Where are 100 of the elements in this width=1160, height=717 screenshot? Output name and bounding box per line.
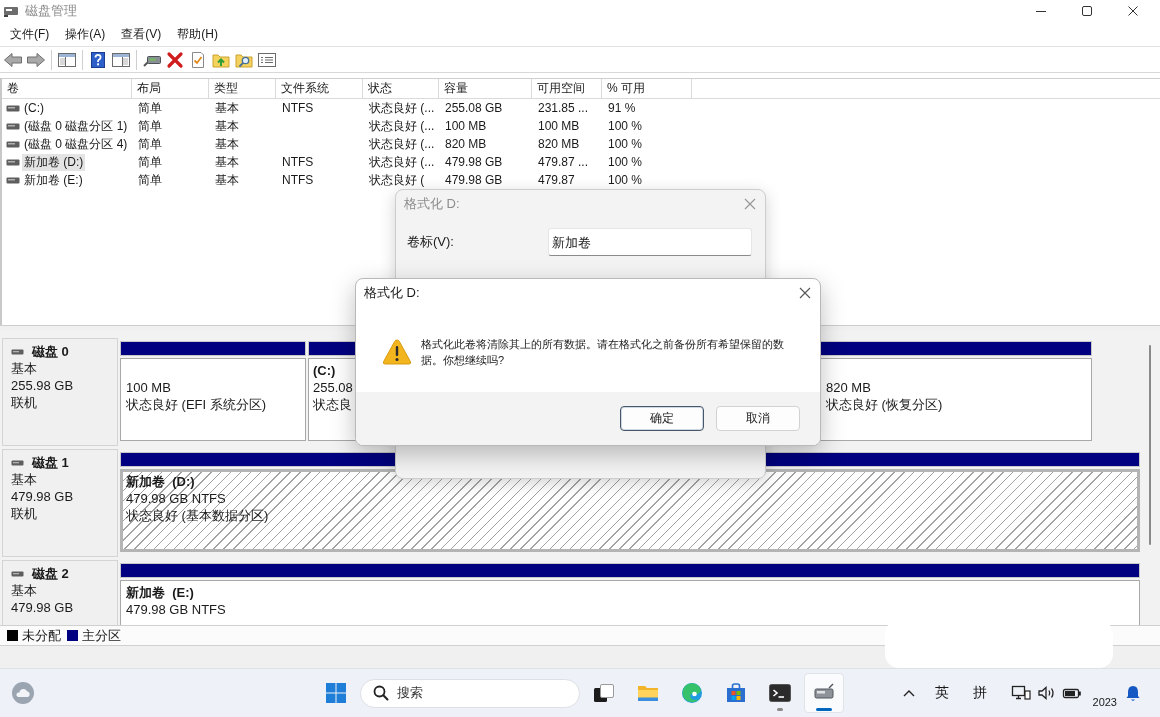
table-cell-text: 简单 xyxy=(138,136,162,153)
scrollbar-thumb[interactable] xyxy=(1149,345,1151,545)
table-cell-text: 479.98 GB xyxy=(445,154,503,171)
table-cell-text: 100 % xyxy=(608,154,643,171)
drive-icon xyxy=(6,176,20,184)
table-cell-text: 简单 xyxy=(138,154,162,171)
table-cell-text: 简单 xyxy=(138,100,162,117)
volume-name[interactable]: (磁盘 0 磁盘分区 1) xyxy=(22,117,130,135)
column-header[interactable]: % 可用 xyxy=(602,79,692,99)
disk-size: 479.98 GB xyxy=(11,488,74,505)
menu-item[interactable]: 文件(F) xyxy=(2,24,58,44)
partition-size: 100 MB xyxy=(126,379,171,396)
partition-box[interactable]: 新加卷 (E:) 479.98 GB NTFS xyxy=(120,580,1140,625)
terminal-icon xyxy=(768,681,792,705)
volume-name[interactable]: 新加卷 (D:) xyxy=(22,153,86,171)
search-field[interactable]: 搜索 xyxy=(360,678,580,708)
bell-icon[interactable] xyxy=(1125,684,1141,702)
network-icon[interactable] xyxy=(1010,684,1031,702)
column-header[interactable]: 布局 xyxy=(132,79,209,99)
table-cell-text: 100 MB xyxy=(445,118,487,135)
table-cell-text: 100 % xyxy=(608,136,643,153)
delete-icon[interactable] xyxy=(165,50,185,69)
table-cell-text: 820 MB xyxy=(445,136,487,153)
disk-status: 联机 xyxy=(11,505,37,522)
input-field[interactable]: 新加卷 xyxy=(548,228,752,256)
partition-status: 状态良 xyxy=(313,396,352,413)
table-cell-text: 100 % xyxy=(608,172,643,189)
partition-box[interactable]: 820 MB 状态良好 (恢复分区) xyxy=(820,358,1092,441)
start-icon[interactable] xyxy=(325,682,347,704)
drive-icon xyxy=(6,140,20,148)
table-cell-text: 状态良好 (... xyxy=(369,154,435,171)
table-cell-text: 状态良好 (... xyxy=(369,136,435,153)
menu-item[interactable]: 操作(A) xyxy=(57,24,114,44)
menu-item[interactable]: 查看(V) xyxy=(113,24,170,44)
drive-icon xyxy=(3,4,19,18)
list-icon[interactable] xyxy=(257,50,277,69)
table-cell-text: 479.87 ... xyxy=(538,154,589,171)
partition-name: 新加卷 (D:) xyxy=(126,473,195,490)
window-panes-icon[interactable] xyxy=(111,50,131,69)
drive-icon xyxy=(11,348,24,355)
partition-size: 479.98 GB NTFS xyxy=(126,490,226,507)
dialog-message: 格式化此卷将清除其上的所有数据。请在格式化之前备份所有希望保留的数据。你想继续吗? xyxy=(421,337,785,368)
table-cell-text: NTFS xyxy=(282,100,314,117)
disk-type: 基本 xyxy=(11,582,37,599)
partition-status: 状态良好 (基本数据分区) xyxy=(126,507,269,524)
window-title: 磁盘管理 xyxy=(25,2,77,20)
volume-name[interactable]: 新加卷 (E:) xyxy=(22,171,85,189)
partition-size: 255.08 xyxy=(313,379,353,396)
table-cell-text: 基本 xyxy=(215,154,239,171)
column-header[interactable]: 类型 xyxy=(209,79,276,99)
table-cell-text: 简单 xyxy=(138,118,162,135)
maximize-icon[interactable] xyxy=(1082,6,1092,16)
warning-icon xyxy=(382,338,412,366)
input-method-indicator[interactable]: 拼 xyxy=(972,684,987,702)
back-arrow-icon[interactable] xyxy=(3,50,23,69)
forward-arrow-icon[interactable] xyxy=(26,50,46,69)
dialog-title: 格式化 D: xyxy=(364,284,420,302)
table-cell-text: 231.85 ... xyxy=(538,100,589,117)
partition-box[interactable]: 新加卷 (D:) 479.98 GB NTFS 状态良好 (基本数据分区) xyxy=(120,469,1140,552)
search-icon xyxy=(373,685,389,701)
taskbar-date[interactable]: 2023 xyxy=(1092,696,1117,708)
help-icon[interactable] xyxy=(88,50,108,69)
speaker-icon[interactable] xyxy=(1036,684,1057,702)
column-header[interactable]: 可用空间 xyxy=(532,79,602,99)
table-cell-text: 479.87 xyxy=(538,172,575,189)
volume-name[interactable]: (磁盘 0 磁盘分区 4) xyxy=(22,135,130,153)
table-cell-text: NTFS xyxy=(282,172,314,189)
disk-status: 联机 xyxy=(11,394,37,411)
table-cell-text: 基本 xyxy=(215,100,239,117)
disk-name: 磁盘 0 xyxy=(32,342,69,361)
table-cell-text: 状态良好 (... xyxy=(369,118,435,135)
dialog-title: 格式化 D: xyxy=(404,195,460,213)
partition-status: 状态良好 (EFI 系统分区) xyxy=(126,396,267,413)
column-header[interactable]: 卷 xyxy=(2,79,132,99)
column-header[interactable]: 文件系统 xyxy=(276,79,363,99)
window-panes-icon[interactable] xyxy=(57,50,77,69)
table-cell-text: 基本 xyxy=(215,118,239,135)
dialog-button[interactable]: 取消 xyxy=(716,406,800,431)
input-method-indicator[interactable]: 英 xyxy=(934,684,949,702)
dialog-button[interactable]: 确定 xyxy=(620,406,704,431)
table-cell-text: NTFS xyxy=(282,154,314,171)
menu-item[interactable]: 帮助(H) xyxy=(169,24,226,44)
disk-size: 255.98 GB xyxy=(11,377,74,394)
chevron-up-icon[interactable] xyxy=(902,689,915,697)
disk-type: 基本 xyxy=(11,471,37,488)
column-header[interactable]: 状态 xyxy=(363,79,439,99)
partition-name: (C:) xyxy=(313,362,336,379)
table-cell-text: 简单 xyxy=(138,172,162,189)
legend-label: 未分配 xyxy=(22,626,61,645)
table-cell-text: 基本 xyxy=(215,172,239,189)
shopping-bag-icon xyxy=(724,681,748,705)
partition-size: 479.98 GB NTFS xyxy=(126,601,226,618)
table-cell-text: 255.08 GB xyxy=(445,100,503,117)
swirl-icon xyxy=(680,681,704,705)
close-icon[interactable] xyxy=(799,287,811,299)
column-header[interactable]: 容量 xyxy=(439,79,532,99)
partition-box[interactable]: 100 MB 状态良好 (EFI 系统分区) xyxy=(120,358,306,441)
close-icon[interactable] xyxy=(1128,6,1138,16)
table-cell-text: 状态良好 (... xyxy=(369,100,435,117)
volume-name[interactable]: (C:) xyxy=(22,99,46,117)
